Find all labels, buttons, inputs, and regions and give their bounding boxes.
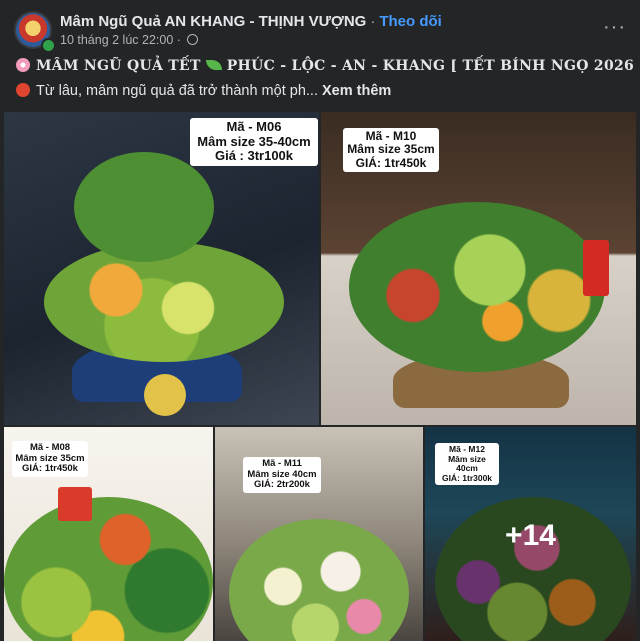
photo-leaves: [74, 152, 214, 262]
product-size: Mâm size 40cm: [448, 453, 486, 474]
see-more-link[interactable]: Xem thêm: [322, 83, 391, 99]
feed-post: Mâm Ngũ Quả AN KHANG - THỊNH VƯỢNG · Theo …: [0, 0, 640, 641]
post-body: Từ lâu, mâm ngũ quả đã trở thành một ph.…: [16, 83, 391, 99]
headline-part2: PHÚC - LỘC - AN - KHANG [ TẾT BÍNH NGỌ 2…: [226, 58, 640, 74]
photo-fruit: [349, 202, 605, 372]
product-code: Mã - M10: [365, 129, 417, 143]
product-size: Mâm size 35cm: [347, 142, 435, 157]
follow-button[interactable]: Theo dõi: [379, 13, 442, 30]
tet-ornament: [144, 374, 186, 416]
more-photos-count[interactable]: +14: [425, 519, 636, 553]
photo-price-label: Mã - M10 Mâm size 35cm GIÁ: 1tr450k: [343, 128, 439, 173]
online-status-icon: [41, 38, 56, 53]
photo-price-label: Mã - M08 Mâm size 35cm GIÁ: 1tr450k: [12, 441, 88, 477]
post-photo-4[interactable]: Mã - M11 Mâm size 40cm GIÁ: 2tr200k: [215, 427, 423, 641]
post-meta: 10 tháng 2 lúc 22:00 ·: [60, 33, 199, 47]
post-photo-2[interactable]: Mã - M10 Mâm size 35cm GIÁ: 1tr450k: [321, 112, 636, 425]
tet-tag: [58, 487, 92, 521]
photo-price-label: Mã - M11 Mâm size 40cm GIÁ: 2tr200k: [243, 457, 321, 493]
product-price: Giá : 3tr100k: [214, 148, 294, 164]
post-timestamp[interactable]: 10 tháng 2 lúc 22:00: [60, 33, 173, 47]
product-size: Mâm size 35-40cm: [197, 133, 311, 149]
headline-part1: MÂM NGŨ QUẢ TẾT: [36, 58, 201, 74]
photo-fruit: [229, 519, 409, 641]
photo-price-label: Mã - M06 Mâm size 35-40cm Giá : 3tr100k: [190, 118, 318, 166]
post-header: Mâm Ngũ Quả AN KHANG - THỊNH VƯỢNG · Theo …: [14, 11, 626, 53]
page-name-link[interactable]: Mâm Ngũ Quả AN KHANG - THỊNH VƯỢNG: [60, 13, 366, 30]
product-price: GIÁ: 1tr300k: [441, 472, 493, 483]
post-headline: MÂM NGŨ QUẢ TẾT PHÚC - LỘC - AN - KHANG […: [16, 58, 640, 74]
post-photo-1[interactable]: Mã - M06 Mâm size 35-40cm Giá : 3tr100k: [4, 112, 319, 425]
product-price: GIÁ: 1tr450k: [355, 155, 427, 170]
cherry-blossom-emoji: [16, 58, 30, 72]
red-circle-emoji: [16, 83, 30, 97]
page-name-row: Mâm Ngũ Quả AN KHANG - THỊNH VƯỢNG · Theo …: [60, 13, 442, 30]
post-body-text: Từ lâu, mâm ngũ quả đã trở thành một ph.…: [36, 83, 318, 99]
leaf-emoji: [205, 60, 222, 70]
post-photo-5[interactable]: Mã - M12 Mâm size 40cm GIÁ: 1tr300k +14: [425, 427, 636, 641]
tet-tag: [583, 240, 609, 296]
product-price: GIÁ: 1tr450k: [22, 463, 78, 475]
post-photo-3[interactable]: Mã - M08 Mâm size 35cm GIÁ: 1tr450k: [4, 427, 213, 641]
photo-price-label: Mã - M12 Mâm size 40cm GIÁ: 1tr300k: [435, 443, 499, 486]
more-options-icon[interactable]: ···: [603, 17, 626, 37]
product-price: GIÁ: 2tr200k: [254, 479, 310, 491]
product-code: Mã - M06: [226, 119, 282, 134]
photo-fruit: [44, 242, 284, 362]
photo-fruit: [4, 497, 213, 641]
meta-dot: ·: [176, 33, 181, 47]
separator: ·: [370, 13, 376, 30]
globe-icon: [187, 34, 199, 45]
